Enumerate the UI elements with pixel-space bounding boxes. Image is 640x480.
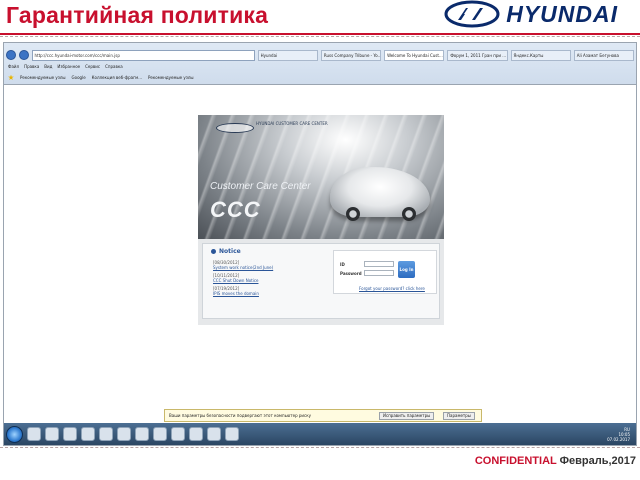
login-panel: Notice [08/30/2012] System work notice(2… [202,243,440,319]
tab-3[interactable]: Welcome To Hyundai Cust... [384,49,445,61]
taskbar-app-icon[interactable] [81,427,95,441]
brand-wordmark: HYUNDAI [506,0,618,27]
tab-4[interactable]: Форум 1, 2011 Гран при ... [447,49,508,61]
tab-1[interactable]: Hyundai [257,49,318,61]
back-button[interactable] [6,50,16,60]
menu-help[interactable]: Справка [105,64,123,72]
header-divider [0,33,640,35]
taskbar-app-icon[interactable] [189,427,203,441]
taskbar-skype-icon[interactable] [135,427,149,441]
notice-bullet-icon [211,249,216,254]
header-dash-divider [0,36,640,38]
hero-banner: HYUNDAI CUSTOMER CARE CENTER Customer Ca… [198,115,444,239]
notice-link[interactable]: IPIS moves the domain [213,291,323,296]
taskbar-ie-icon[interactable] [27,427,41,441]
car-wheel-front [346,207,360,221]
fav-item-2[interactable]: Google [72,75,86,80]
hero-hyundai-logo [216,123,254,133]
slide-title: Гарантийная политика [6,2,269,28]
notice-link[interactable]: System work notice(2nd June) [213,265,323,270]
taskbar-media-icon[interactable] [63,427,77,441]
system-tray: RU 10:05 07.02.2017 [607,427,630,442]
notice-heading: Notice [211,248,241,255]
browser-screenshot: http://ccc.hyundai-motor.com/ccc/main.js… [3,42,637,446]
menu-view[interactable]: Вид [44,64,52,72]
hero-subtitle: Customer Care Center [210,181,311,192]
taskbar-explorer-icon[interactable] [45,427,59,441]
menu-file[interactable]: Файл [8,64,19,72]
car-wheel-rear [402,207,416,221]
hyundai-logo: HYUNDAI [444,0,618,28]
address-row: http://ccc.hyundai-motor.com/ccc/main.js… [6,48,635,62]
fix-settings-button[interactable]: Исправить параметры [379,412,435,420]
confidential-label: CONFIDENTIAL [474,455,557,467]
login-button[interactable]: Log In [398,261,415,278]
menu-favorites[interactable]: Избранное [57,64,80,72]
favorites-star-icon[interactable] [8,74,14,80]
notice-link[interactable]: CCC Shut Down Notice [213,278,323,283]
taskbar-app-icon[interactable] [99,427,113,441]
security-infobar: Ваши параметры безопасности подвергают э… [164,409,482,422]
favorites-bar: Рекомендуемые узлы Google Коллекция веб-… [8,73,194,82]
slide: Гарантийная политика HYUNDAI http://ccc.… [0,0,640,480]
footer-date: Февраль,2017 [559,455,636,467]
hero-ccc-title: CCC [210,197,261,222]
tray-date: 07.02.2017 [607,437,630,442]
id-input[interactable] [364,261,394,267]
menu-tools[interactable]: Сервис [85,64,100,72]
taskbar-app-icon[interactable] [171,427,185,441]
hyundai-emblem-icon [444,0,500,28]
hero-logo-text: HYUNDAI CUSTOMER CARE CENTER [256,121,328,126]
taskbar-app-icon[interactable] [225,427,239,441]
taskbar-word-icon[interactable] [207,427,221,441]
start-button-icon[interactable] [6,425,23,443]
address-bar[interactable]: http://ccc.hyundai-motor.com/ccc/main.js… [31,49,255,61]
notice-item: [10/11/2012] CCC Shut Down Notice [213,273,323,283]
menu-bar: Файл Правка Вид Избранное Сервис Справка [8,64,123,72]
tab-6[interactable]: Ali Азамат Бегунова [573,49,635,61]
tab-2[interactable]: Russ Company Tribune - Yo... [320,49,382,61]
footer-dash-divider [0,447,640,449]
infobar-text: Ваши параметры безопасности подвергают э… [169,413,312,418]
menu-edit[interactable]: Правка [24,64,39,72]
taskbar-app-icon[interactable] [153,427,167,441]
forgot-password-link[interactable]: Forgot your password? click here [359,286,425,291]
taskbar-app-icon[interactable] [117,427,131,441]
password-input[interactable] [364,270,394,276]
notice-list: [08/30/2012] System work notice(2nd June… [213,260,323,299]
id-label: ID [340,262,345,267]
notice-item: [08/30/2012] System work notice(2nd June… [213,260,323,270]
footer-confidential: CONFIDENTIAL Февраль,2017 [475,455,636,467]
notice-item: [07/19/2012] IPIS moves the domain [213,286,323,296]
forward-button[interactable] [18,50,29,60]
notice-title: Notice [219,248,241,255]
settings-button[interactable]: Параметры [443,412,475,420]
windows-taskbar: RU 10:05 07.02.2017 [4,423,636,445]
password-label: Password [340,271,362,276]
ccc-portal: HYUNDAI CUSTOMER CARE CENTER Customer Ca… [198,115,444,325]
browser-chrome: http://ccc.hyundai-motor.com/ccc/main.js… [4,43,636,85]
fav-item-3[interactable]: Коллекция веб-фрагм... [92,75,142,80]
tab-5[interactable]: Яндекс.Карты [510,49,571,61]
fav-item-4[interactable]: Рекомендуемые узлы [148,75,194,80]
fav-item-1[interactable]: Рекомендуемые узлы [20,75,66,80]
